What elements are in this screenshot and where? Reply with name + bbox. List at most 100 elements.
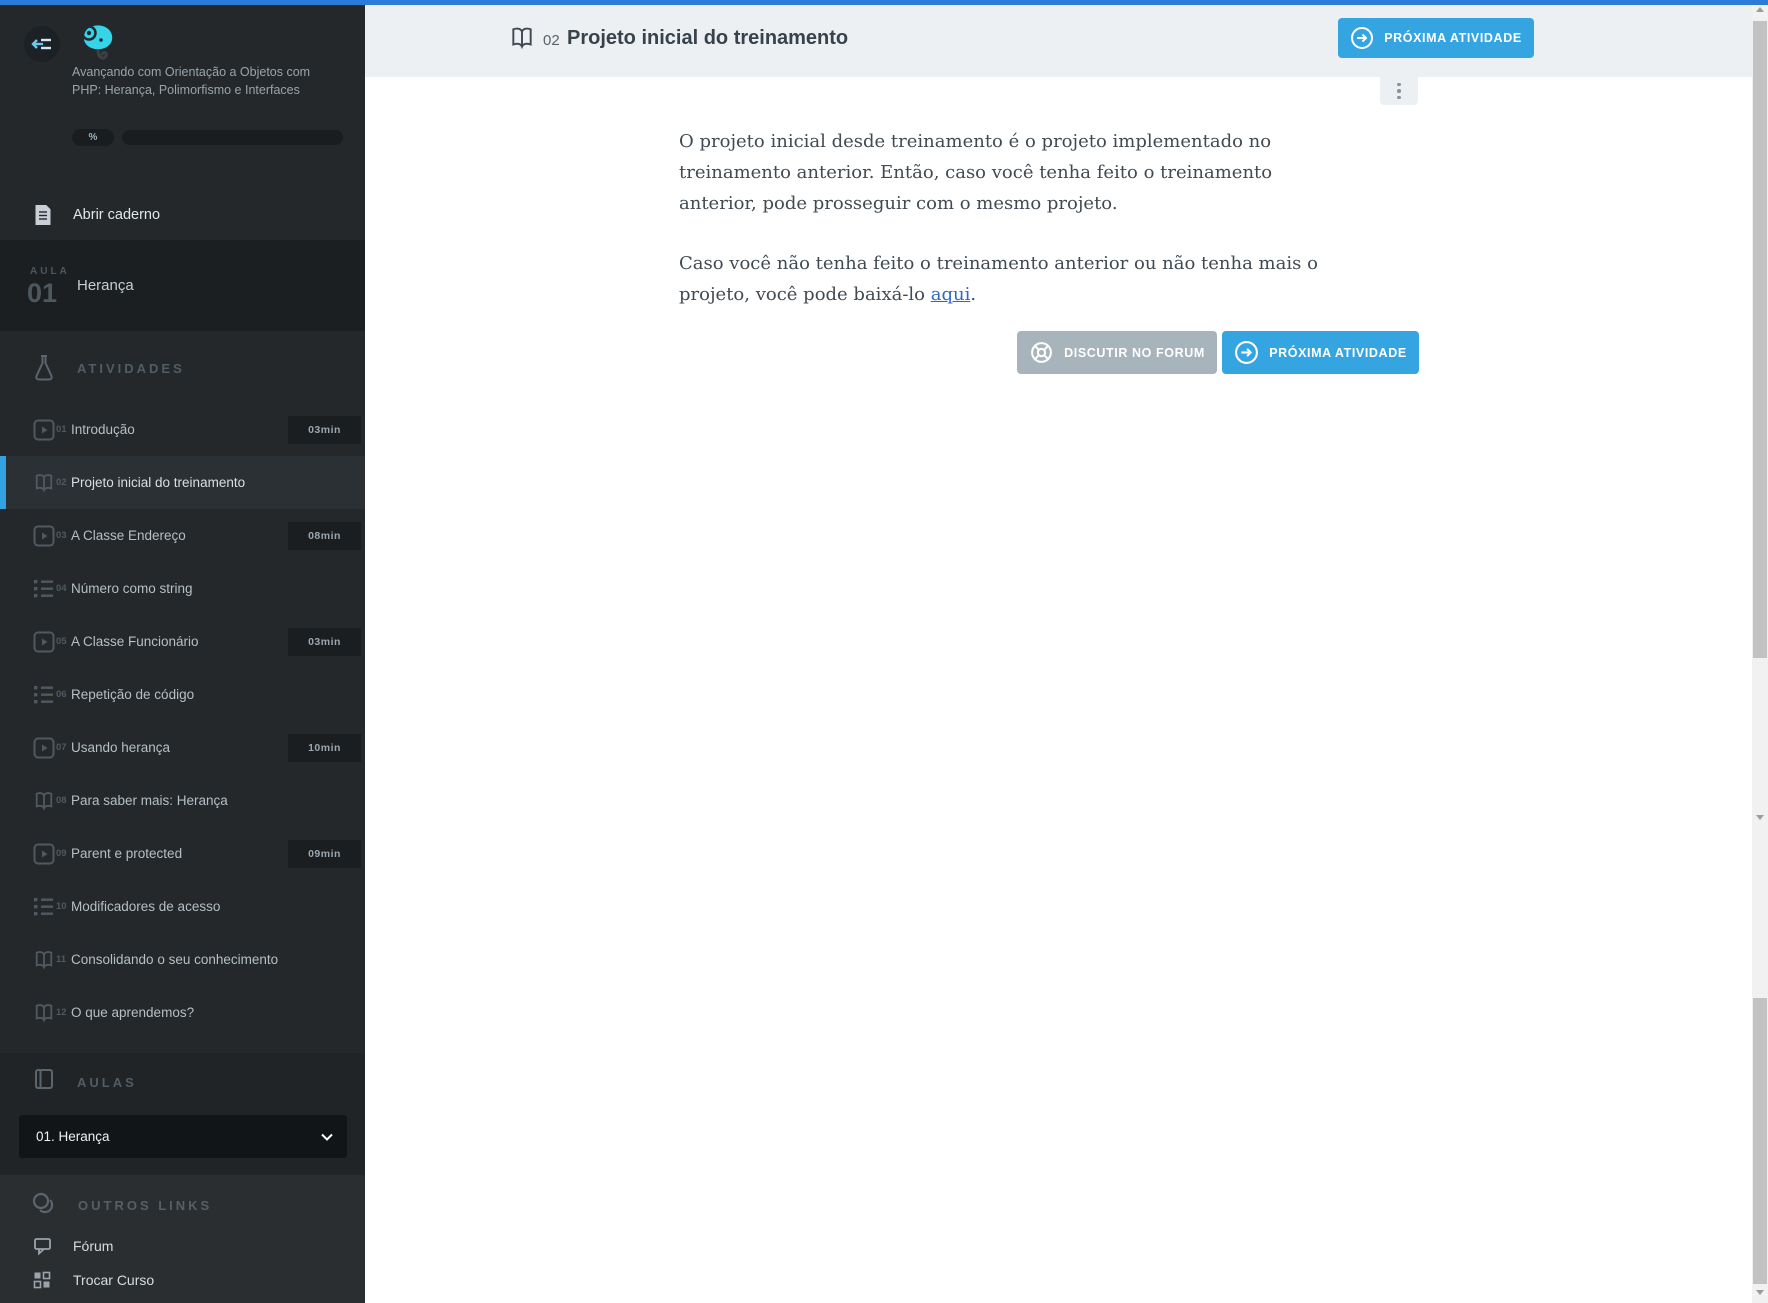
activity-options-button[interactable] (1380, 77, 1418, 105)
discuss-forum-label: DISCUTIR NO FORUM (1064, 346, 1205, 360)
activity-duration-badge: 08min (288, 522, 361, 550)
lesson-select-dropdown[interactable]: 01. Herança (19, 1115, 347, 1158)
activity-main-panel: 02 Projeto inicial do treinamento PRÓXIM… (365, 5, 1752, 1303)
book-icon (32, 1067, 56, 1091)
chevron-down-icon (321, 1133, 333, 1141)
scroll-down-arrow-icon[interactable] (1756, 815, 1764, 820)
activity-list-item[interactable]: 11 Consolidando o seu conhecimento (0, 933, 365, 986)
activity-item-label: Para saber mais: Herança (71, 793, 228, 808)
arrow-right-circle-icon (1234, 340, 1259, 365)
activity-list-item[interactable]: 05 A Classe Funcionário 03min (0, 615, 365, 668)
activity-list-item[interactable]: 12 O que aprendemos? (0, 986, 365, 1039)
activity-item-label: Número como string (71, 581, 193, 596)
activity-list-item[interactable]: 06 Repetição de código (0, 668, 365, 721)
forum-link[interactable]: Fórum (0, 1229, 365, 1263)
activity-title: Projeto inicial do treinamento (567, 27, 848, 50)
quiz-activity-icon (33, 579, 55, 599)
scrollbar-thumb-lower[interactable] (1753, 998, 1767, 1284)
activity-item-label: Consolidando o seu conhecimento (71, 952, 278, 967)
scroll-down-arrow-icon[interactable] (1756, 1290, 1764, 1295)
top-progress-bar (0, 0, 1768, 5)
sidebar-course-header: Avançando com Orientação a Objetos com P… (0, 0, 365, 190)
lesson-title: Herança (77, 277, 134, 294)
activity-item-label: A Classe Funcionário (71, 634, 199, 649)
discuss-forum-button[interactable]: DISCUTIR NO FORUM (1017, 331, 1217, 374)
paragraph-2-text: Caso você não tenha feito o treinamento … (679, 253, 1318, 305)
forum-speech-bubble-icon (33, 1236, 53, 1256)
activity-list-item[interactable]: 03 A Classe Endereço 08min (0, 509, 365, 562)
progress-percent-pill: % (72, 129, 114, 146)
activity-content: O projeto inicial desde treinamento é o … (679, 126, 1335, 310)
flask-icon (32, 353, 56, 383)
activity-duration-badge: 03min (288, 628, 361, 656)
course-sidebar: Avançando com Orientação a Objetos com P… (0, 0, 365, 1303)
switch-course-label: Trocar Curso (73, 1272, 154, 1288)
activity-list-item[interactable]: 08 Para saber mais: Herança (0, 774, 365, 827)
paragraph-2-period: . (970, 284, 976, 305)
video-activity-icon (33, 419, 55, 441)
other-links-heading: OUTROS LINKS (78, 1198, 212, 1213)
video-activity-icon (33, 525, 55, 547)
arrow-right-circle-icon (1350, 26, 1374, 50)
forum-link-label: Fórum (73, 1238, 113, 1254)
activity-item-number: 03 (56, 530, 67, 541)
content-paragraph-2: Caso você não tenha feito o treinamento … (679, 248, 1335, 310)
switch-course-link[interactable]: Trocar Curso (0, 1263, 365, 1297)
activity-list-item[interactable]: 02 Projeto inicial do treinamento (0, 456, 365, 509)
course-progress-bar (122, 130, 343, 145)
alura-mascot-logo-icon (68, 18, 120, 68)
course-platform-page: Avançando com Orientação a Objetos com P… (0, 0, 1768, 1303)
quiz-activity-icon (33, 685, 55, 705)
activity-list-item[interactable]: 09 Parent e protected 09min (0, 827, 365, 880)
activity-list-item[interactable]: 07 Usando herança 10min (0, 721, 365, 774)
video-activity-icon (33, 631, 55, 653)
lesson-number: 01 (27, 278, 57, 309)
other-links-section: OUTROS LINKS Fórum Trocar Curso (0, 1175, 365, 1303)
next-activity-label: PRÓXIMA ATIVIDADE (1269, 346, 1407, 360)
vertical-scrollbar[interactable] (1752, 0, 1768, 1303)
aulas-section: AULAS 01. Herança (0, 1053, 365, 1175)
activity-item-number: 11 (56, 954, 66, 965)
activity-item-label: Repetição de código (71, 687, 194, 702)
activity-item-label: Parent e protected (71, 846, 182, 861)
activity-list-item[interactable]: 04 Número como string (0, 562, 365, 615)
activity-item-label: Usando herança (71, 740, 170, 755)
activity-item-label: O que aprendemos? (71, 1005, 194, 1020)
next-activity-button-header[interactable]: PRÓXIMA ATIVIDADE (1338, 18, 1534, 58)
activity-item-number: 06 (56, 689, 67, 700)
activity-list-item[interactable]: 01 Introdução 03min (0, 403, 365, 456)
collapse-sidebar-button[interactable] (24, 26, 60, 62)
activity-list-item[interactable]: 10 Modificadores de acesso (0, 880, 365, 933)
aulas-section-header: AULAS (0, 1053, 365, 1105)
activity-duration-badge: 10min (288, 734, 361, 762)
activity-item-label: Modificadores de acesso (71, 899, 220, 914)
activity-item-number: 07 (56, 742, 67, 753)
activity-duration-badge: 03min (288, 416, 361, 444)
reading-activity-icon (33, 791, 55, 811)
next-activity-button-content[interactable]: PRÓXIMA ATIVIDADE (1222, 331, 1419, 374)
activity-number: 02 (543, 32, 560, 49)
activity-action-buttons: DISCUTIR NO FORUM PRÓXIMA ATIVIDADE (1017, 331, 1419, 374)
activity-item-number: 12 (56, 1007, 67, 1018)
activity-item-label: Introdução (71, 422, 135, 437)
collapse-panel-arrow-icon (30, 32, 54, 56)
aulas-heading: AULAS (77, 1075, 137, 1090)
content-paragraph-1: O projeto inicial desde treinamento é o … (679, 126, 1335, 219)
activity-item-label: Projeto inicial do treinamento (71, 475, 245, 490)
open-notebook-link[interactable]: Abrir caderno (0, 190, 365, 240)
video-activity-icon (33, 843, 55, 865)
quiz-activity-icon (33, 897, 55, 917)
grid-courses-icon (33, 1271, 51, 1289)
course-title: Avançando com Orientação a Objetos com P… (72, 64, 327, 99)
scrollbar-thumb-upper[interactable] (1753, 21, 1767, 658)
activities-heading: ATIVIDADES (77, 361, 185, 376)
current-lesson-block: AULA 01 Herança (0, 240, 365, 331)
activity-item-number: 02 (56, 477, 67, 488)
scroll-up-arrow-icon[interactable] (1756, 7, 1764, 12)
notebook-document-icon (33, 204, 53, 226)
download-project-link[interactable]: aqui (931, 284, 971, 305)
activity-item-label: A Classe Endereço (71, 528, 186, 543)
lesson-kicker: AULA (30, 266, 70, 277)
next-activity-label: PRÓXIMA ATIVIDADE (1384, 31, 1522, 45)
other-links-header: OUTROS LINKS (0, 1181, 365, 1229)
